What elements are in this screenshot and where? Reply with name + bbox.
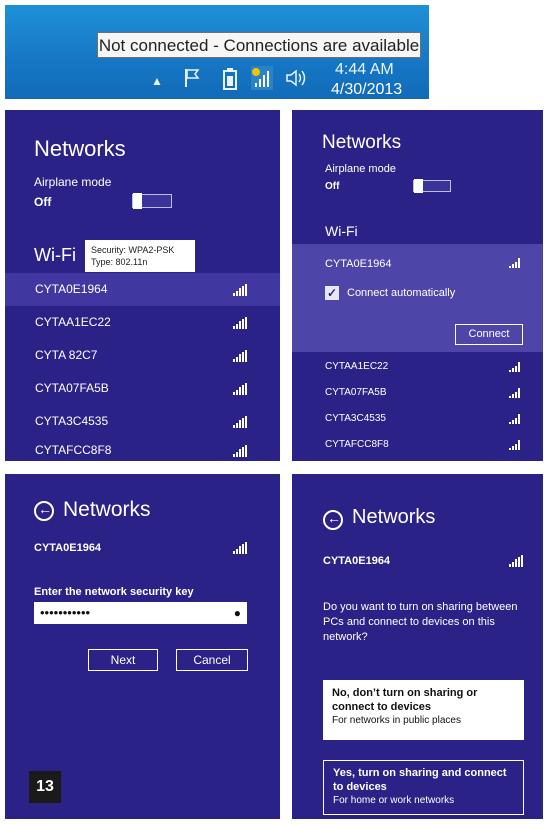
next-button[interactable]: Next bbox=[88, 649, 158, 671]
option-yes-title: Yes, turn on sharing and connect to devi… bbox=[333, 767, 507, 793]
airplane-mode-toggle[interactable] bbox=[132, 193, 172, 209]
step-badge: 13 bbox=[29, 771, 61, 803]
network-item[interactable]: CYTAA1EC22 bbox=[5, 306, 280, 339]
network-name: CYTAA1EC22 bbox=[325, 361, 389, 372]
reveal-password-icon[interactable]: ● bbox=[234, 602, 241, 624]
signal-strength-icon bbox=[509, 388, 521, 398]
network-item[interactable]: CYTAFCC8F8 bbox=[292, 432, 543, 458]
page-title: Networks bbox=[322, 132, 402, 153]
signal-strength-icon bbox=[233, 350, 247, 362]
speaker-icon[interactable] bbox=[285, 68, 307, 93]
signal-strength-icon bbox=[233, 383, 247, 395]
signal-strength-icon bbox=[233, 317, 247, 329]
option-yes-subtitle: For home or work networks bbox=[333, 795, 455, 806]
network-name: CYTAFCC8F8 bbox=[35, 443, 112, 457]
network-name: CYTA3C4535 bbox=[325, 413, 386, 424]
networks-panel-list: Networks Airplane mode Off Wi-Fi Securit… bbox=[5, 110, 280, 461]
security-tooltip: Security: WPA2-PSK Type: 802.11n bbox=[85, 240, 195, 272]
page-title: Networks bbox=[34, 136, 126, 161]
signal-strength-icon bbox=[233, 445, 247, 457]
network-name: CYTA0E1964 bbox=[35, 282, 108, 296]
toggle-knob bbox=[414, 179, 423, 193]
option-yes-sharing[interactable]: Yes, turn on sharing and connect to devi… bbox=[323, 760, 524, 815]
page-title: Networks bbox=[63, 498, 151, 521]
signal-strength-icon bbox=[509, 555, 523, 567]
network-name: CYTA 82C7 bbox=[35, 348, 98, 362]
security-key-input[interactable]: ••••••••••• ● bbox=[34, 602, 247, 624]
network-item[interactable]: CYTAA1EC22 bbox=[292, 354, 543, 380]
network-name: CYTA0E1964 bbox=[34, 542, 102, 554]
show-hidden-icons-icon[interactable]: ▲ bbox=[151, 71, 163, 91]
clock-date[interactable]: 4/30/2013 bbox=[331, 81, 402, 99]
network-name: CYTAFCC8F8 bbox=[325, 439, 389, 450]
network-item[interactable]: CYTA07FA5B bbox=[292, 380, 543, 406]
battery-icon[interactable] bbox=[222, 68, 238, 95]
connect-automatically-checkbox[interactable]: ✓ bbox=[325, 286, 339, 300]
back-arrow-icon[interactable] bbox=[34, 501, 54, 521]
airplane-mode-value: Off bbox=[34, 195, 52, 209]
security-key-value: ••••••••••• bbox=[40, 605, 91, 620]
signal-strength-icon bbox=[509, 440, 521, 450]
wifi-heading: Wi-Fi bbox=[325, 223, 358, 239]
network-no-internet-icon[interactable] bbox=[251, 66, 273, 95]
networks-panel-connect: Networks Airplane mode Off Wi-Fi CYTA0E1… bbox=[292, 110, 543, 461]
connect-automatically-label: Connect automatically bbox=[347, 287, 456, 299]
back-arrow-icon[interactable] bbox=[323, 510, 343, 530]
clock-time[interactable]: 4:44 AM bbox=[335, 61, 394, 79]
connect-button[interactable]: Connect bbox=[455, 324, 523, 345]
signal-strength-icon bbox=[509, 258, 521, 268]
selected-network-expanded[interactable]: CYTA0E1964 ✓ Connect automatically Conne… bbox=[292, 244, 543, 352]
signal-strength-icon bbox=[509, 362, 521, 372]
networks-panel-key: Networks CYTA0E1964 Enter the network se… bbox=[5, 474, 280, 819]
airplane-mode-toggle[interactable] bbox=[413, 179, 451, 193]
network-name: CYTA0E1964 bbox=[325, 258, 392, 270]
flag-icon[interactable] bbox=[183, 68, 201, 93]
signal-strength-icon bbox=[233, 416, 247, 428]
airplane-mode-value: Off bbox=[325, 181, 340, 192]
network-item[interactable]: CYTA 82C7 bbox=[5, 339, 280, 372]
toggle-knob bbox=[133, 193, 142, 209]
wifi-heading: Wi-Fi bbox=[34, 245, 76, 265]
network-item[interactable]: CYTAFCC8F8 bbox=[5, 434, 280, 461]
network-name: CYTA0E1964 bbox=[323, 555, 391, 567]
network-name: CYTA07FA5B bbox=[35, 381, 109, 395]
network-item[interactable]: CYTA0E1964 bbox=[5, 273, 280, 306]
signal-strength-icon bbox=[233, 284, 247, 296]
option-no-subtitle: For networks in public places bbox=[332, 715, 461, 726]
security-key-label: Enter the network security key bbox=[34, 586, 194, 598]
airplane-mode-label: Airplane mode bbox=[34, 175, 112, 189]
signal-strength-icon bbox=[233, 542, 247, 554]
security-type: Security: WPA2-PSK bbox=[91, 245, 175, 255]
network-name: CYTA07FA5B bbox=[325, 387, 387, 398]
page-title: Networks bbox=[352, 506, 436, 528]
network-item[interactable]: CYTA07FA5B bbox=[5, 372, 280, 405]
option-no-title: No, don’t turn on sharing or connect to … bbox=[332, 687, 478, 713]
option-no-sharing[interactable]: No, don’t turn on sharing or connect to … bbox=[323, 680, 524, 740]
networks-panel-sharing: Networks CYTA0E1964 Do you want to turn … bbox=[292, 474, 543, 819]
network-status-tooltip: Not connected - Connections are availabl… bbox=[97, 32, 421, 58]
sharing-question: Do you want to turn on sharing between P… bbox=[323, 601, 518, 643]
cancel-button[interactable]: Cancel bbox=[176, 649, 248, 671]
signal-strength-icon bbox=[509, 414, 521, 424]
network-item[interactable]: CYTA3C4535 bbox=[292, 406, 543, 432]
airplane-mode-label: Airplane mode bbox=[325, 163, 396, 175]
radio-type: Type: 802.11n bbox=[91, 257, 148, 267]
network-name: CYTAA1EC22 bbox=[35, 315, 111, 329]
